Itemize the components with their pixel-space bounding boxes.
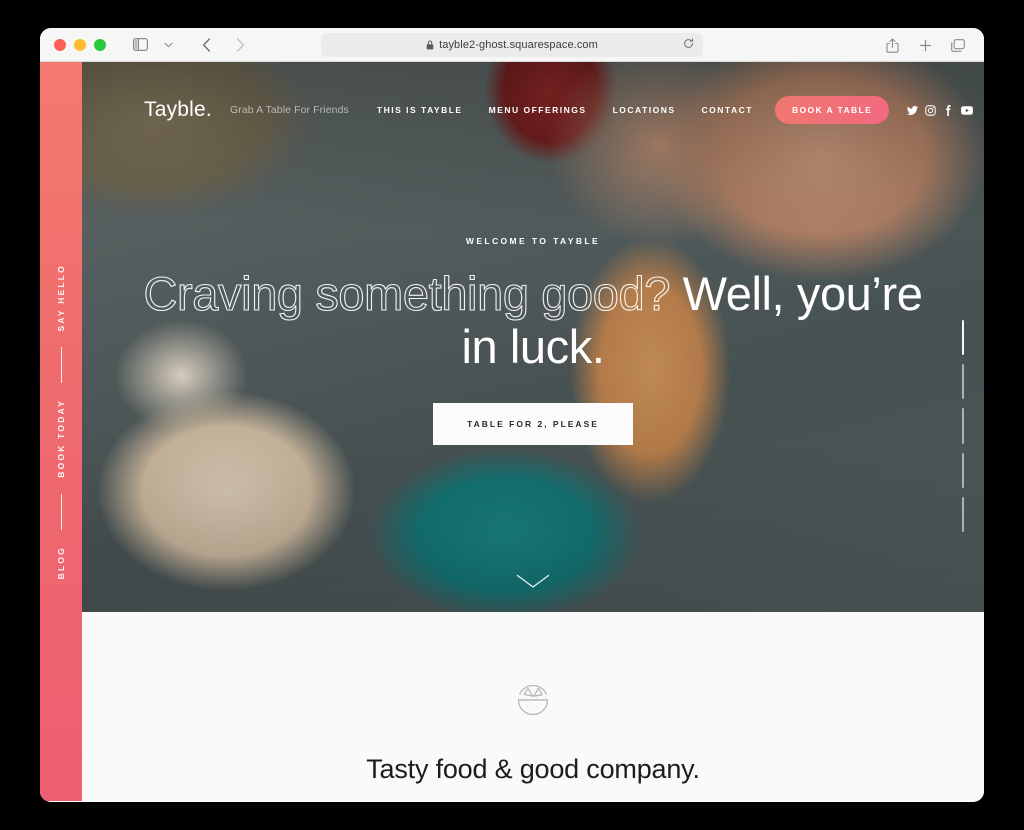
site-tagline: Grab A Table For Friends bbox=[229, 104, 349, 116]
table-for-2-button[interactable]: TABLE FOR 2, PLEASE bbox=[433, 403, 633, 446]
url-text: tayble2-ghost.squarespace.com bbox=[439, 39, 598, 51]
close-window-button[interactable] bbox=[54, 38, 66, 51]
hero-eyebrow: WELCOME TO TAYBLE bbox=[465, 236, 601, 246]
rail-link-blog[interactable]: BLOG bbox=[56, 546, 66, 579]
page-viewport: SAY HELLO BOOK TODAY BLOG Tayble. Grab A… bbox=[40, 62, 984, 801]
new-tab-icon[interactable] bbox=[913, 34, 937, 56]
chevron-down-icon[interactable] bbox=[516, 574, 550, 594]
reload-icon[interactable] bbox=[683, 38, 694, 49]
nav-link-this-is-tayble[interactable]: THIS IS TAYBLE bbox=[377, 105, 463, 115]
tabs-icon[interactable] bbox=[946, 34, 970, 56]
share-icon[interactable] bbox=[880, 34, 904, 56]
forward-button[interactable] bbox=[228, 34, 252, 56]
scroll-progress-segment bbox=[962, 452, 964, 488]
hero-headline-outline: Craving something good? bbox=[143, 267, 671, 321]
history-navigation bbox=[194, 34, 252, 56]
browser-window: tayble2-ghost.squarespace.com SAY HELLO … bbox=[40, 28, 984, 802]
intro-section-title: Tasty food & good company. bbox=[366, 754, 700, 784]
intro-section: Tasty food & good company. bbox=[82, 612, 984, 801]
hero-section: Tayble. Grab A Table For Friends THIS IS… bbox=[82, 62, 984, 612]
nav-link-contact[interactable]: CONTACT bbox=[702, 105, 753, 115]
desktop-backdrop: tayble2-ghost.squarespace.com SAY HELLO … bbox=[0, 0, 1024, 830]
scroll-progress-segment bbox=[962, 408, 964, 444]
scroll-progress-segment bbox=[962, 364, 964, 400]
chevron-down-icon[interactable] bbox=[156, 34, 180, 56]
hero-copy: WELCOME TO TAYBLE Craving something good… bbox=[82, 236, 984, 446]
instagram-icon[interactable] bbox=[925, 104, 936, 116]
rail-divider bbox=[60, 493, 62, 530]
rail-link-book-today[interactable]: BOOK TODAY bbox=[56, 399, 66, 478]
rail-divider bbox=[60, 347, 62, 384]
rail-link-say-hello[interactable]: SAY HELLO bbox=[56, 264, 66, 332]
browser-toolbar: tayble2-ghost.squarespace.com bbox=[40, 28, 984, 62]
address-bar[interactable]: tayble2-ghost.squarespace.com bbox=[321, 33, 703, 57]
youtube-icon[interactable] bbox=[961, 105, 974, 116]
maximize-window-button[interactable] bbox=[94, 38, 106, 51]
hero-cta-wrap: TABLE FOR 2, PLEASE bbox=[142, 403, 924, 446]
site-navigation: Tayble. Grab A Table For Friends THIS IS… bbox=[82, 92, 984, 128]
scroll-progress-indicator[interactable] bbox=[962, 320, 964, 533]
twitter-icon[interactable] bbox=[907, 105, 919, 116]
site-logo[interactable]: Tayble. bbox=[144, 98, 212, 122]
side-rail: SAY HELLO BOOK TODAY BLOG bbox=[40, 62, 82, 801]
hero-headline: Craving something good? Well, you’re in … bbox=[142, 267, 924, 373]
salsa-bowl-icon bbox=[513, 680, 553, 725]
toolbar-right-actions bbox=[880, 28, 970, 62]
scroll-progress-segment bbox=[962, 320, 964, 356]
facebook-icon[interactable] bbox=[943, 104, 954, 116]
book-a-table-button[interactable]: BOOK A TABLE bbox=[774, 96, 890, 124]
side-rail-links: SAY HELLO BOOK TODAY BLOG bbox=[56, 264, 66, 580]
window-traffic-lights bbox=[54, 38, 106, 51]
back-button[interactable] bbox=[194, 34, 218, 56]
social-links bbox=[907, 104, 974, 116]
sidebar-toggle-icon[interactable] bbox=[128, 34, 152, 56]
scroll-progress-segment bbox=[962, 496, 964, 533]
minimize-window-button[interactable] bbox=[74, 38, 86, 51]
sidebar-controls bbox=[128, 34, 180, 56]
nav-link-menu-offerings[interactable]: MENU OFFERINGS bbox=[489, 105, 587, 115]
nav-links: THIS IS TAYBLE MENU OFFERINGS LOCATIONS … bbox=[377, 105, 753, 115]
nav-link-locations[interactable]: LOCATIONS bbox=[613, 105, 676, 115]
lock-icon bbox=[426, 40, 434, 50]
